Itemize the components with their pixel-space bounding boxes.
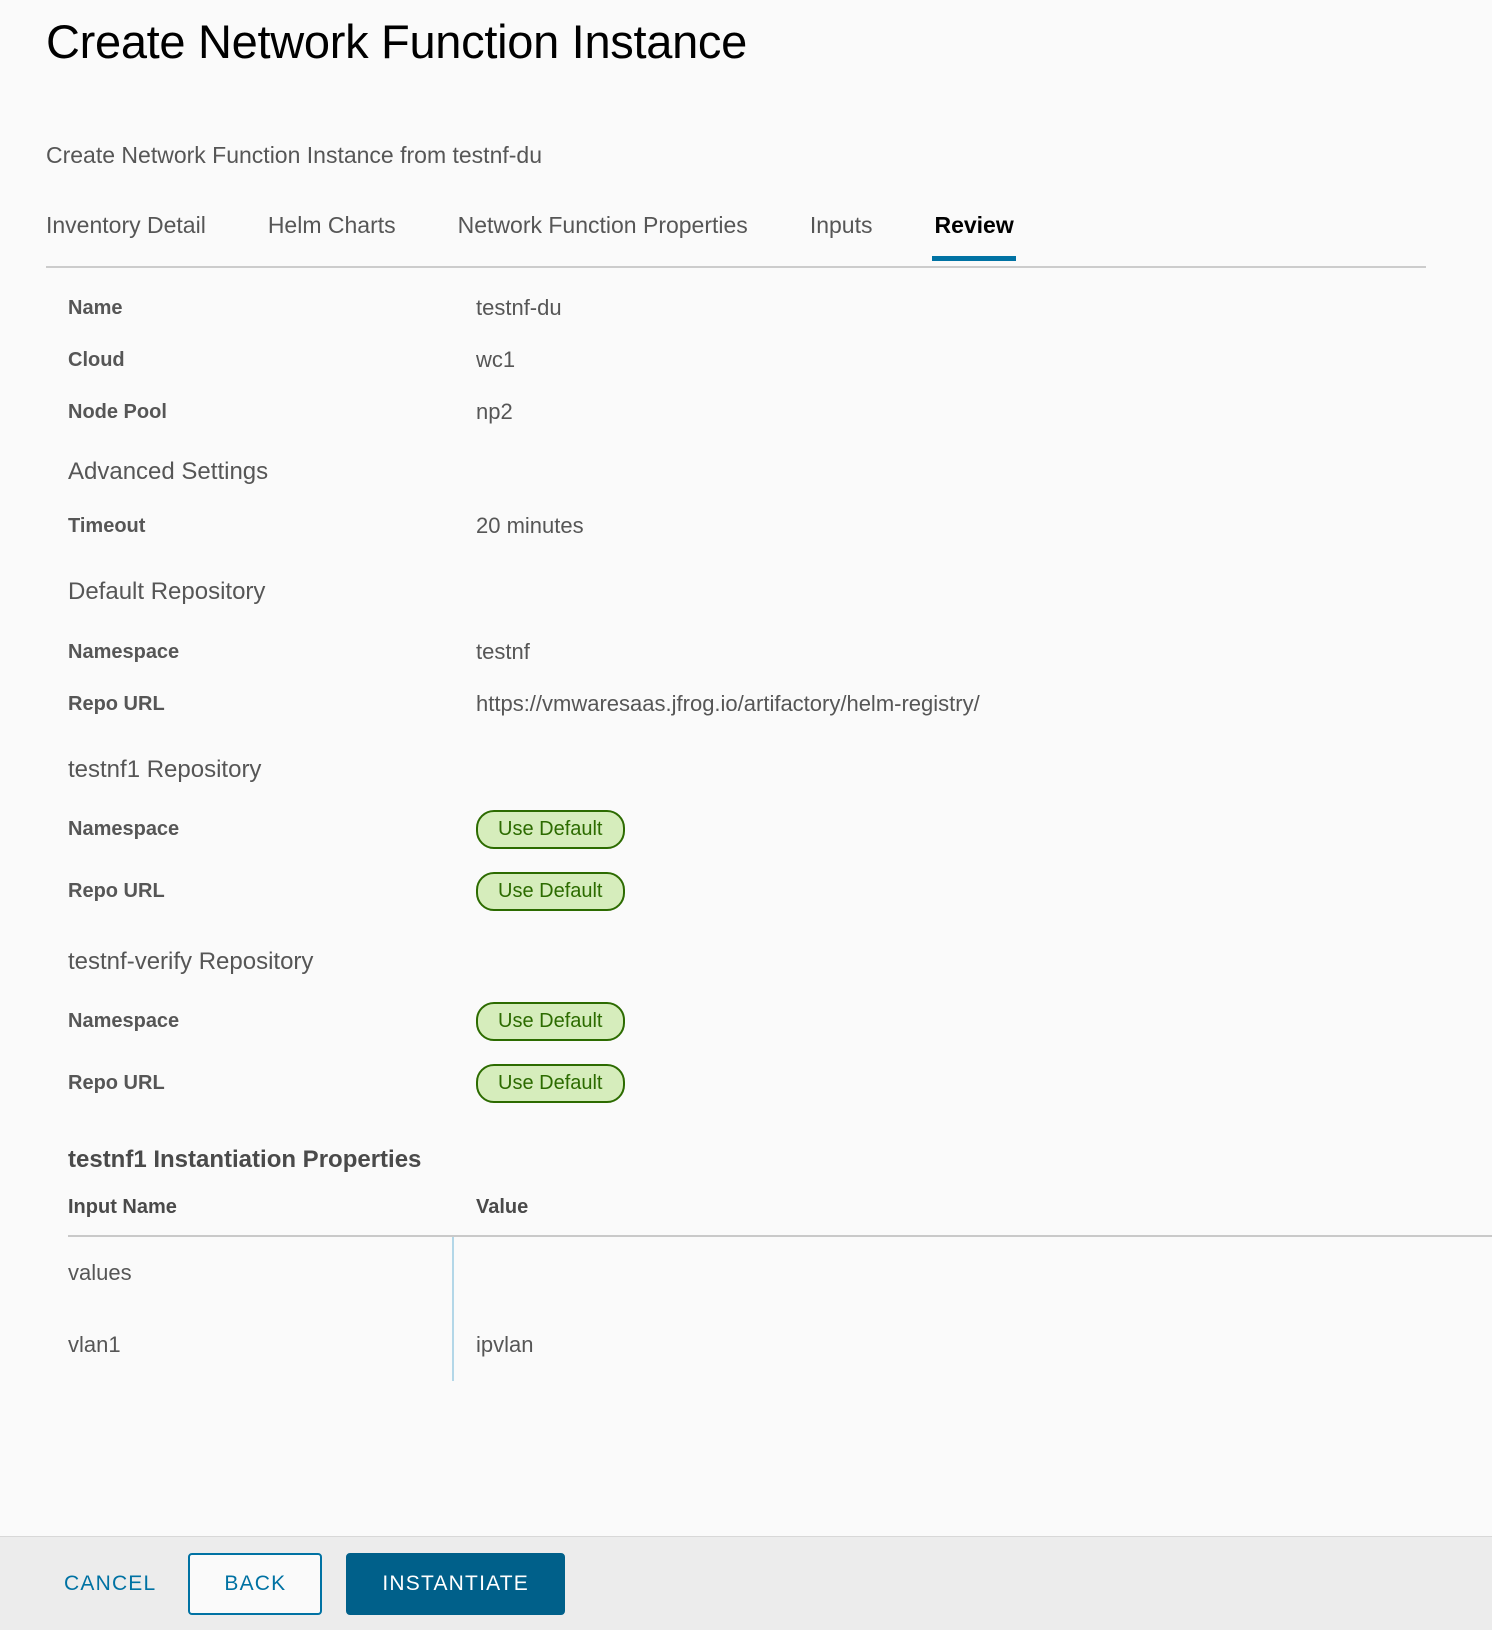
default-repo-value-repo-url: https://vmwaresaas.jfrog.io/artifactory/…	[476, 691, 980, 716]
review-content: Name testnf-du Cloud wc1 Node Pool np2 A…	[0, 268, 1492, 1381]
summary-row-node-pool: Node Pool np2	[0, 386, 1492, 438]
cell-value: ipvlan	[476, 1332, 534, 1357]
summary-value-name: testnf-du	[476, 295, 562, 320]
testnf1-repo-row-namespace: Namespace Use Default	[0, 798, 1492, 860]
summary-row-name: Name testnf-du	[0, 282, 1492, 334]
table-row: values	[0, 1237, 1492, 1309]
testnf-verify-repo-label-repo-url: Repo URL	[68, 1071, 165, 1094]
default-repo-label-repo-url: Repo URL	[68, 692, 165, 715]
testnf-verify-repo-row-repo-url: Repo URL Use Default	[0, 1052, 1492, 1114]
section-heading-testnf1-repository: testnf1 Repository	[68, 756, 262, 783]
advanced-value-timeout: 20 minutes	[476, 513, 584, 538]
testnf-verify-repo-row-namespace: Namespace Use Default	[0, 990, 1492, 1052]
table-header-row: Input Name Value	[0, 1196, 1492, 1235]
use-default-badge: Use Default	[476, 871, 625, 911]
default-repo-row-namespace: Namespace testnf	[0, 626, 1492, 678]
summary-label-node-pool: Node Pool	[68, 400, 167, 423]
tab-network-function-properties[interactable]: Network Function Properties	[458, 212, 748, 259]
summary-row-cloud: Cloud wc1	[0, 334, 1492, 386]
section-heading-default-repository: Default Repository	[68, 578, 266, 605]
summary-value-node-pool: np2	[476, 399, 513, 424]
tab-inputs[interactable]: Inputs	[810, 212, 873, 259]
instantiation-properties-table: Input Name Value values vlan1 ipvlan	[0, 1196, 1492, 1381]
create-network-function-instance-page: Create Network Function Instance Create …	[0, 0, 1492, 1630]
cell-input-name: values	[68, 1260, 132, 1285]
default-repo-value-namespace: testnf	[476, 639, 530, 664]
advanced-row-timeout: Timeout 20 minutes	[0, 500, 1492, 552]
default-repo-row-repo-url: Repo URL https://vmwaresaas.jfrog.io/art…	[0, 678, 1492, 730]
summary-label-name: Name	[68, 296, 123, 319]
section-heading-instantiation-properties: testnf1 Instantiation Properties	[68, 1146, 422, 1173]
page-subtitle: Create Network Function Instance from te…	[46, 142, 542, 168]
advanced-label-timeout: Timeout	[68, 514, 146, 537]
back-button[interactable]: BACK	[188, 1552, 323, 1615]
table-body: values vlan1 ipvlan	[0, 1237, 1492, 1381]
summary-label-cloud: Cloud	[68, 348, 125, 371]
summary-value-cloud: wc1	[476, 347, 516, 372]
section-heading-testnf-verify-repository: testnf-verify Repository	[68, 948, 314, 975]
tab-review[interactable]: Review	[932, 212, 1017, 261]
wizard-footer: CANCEL BACK INSTANTIATE	[0, 1536, 1492, 1630]
use-default-badge: Use Default	[476, 1001, 625, 1041]
use-default-badge: Use Default	[476, 809, 625, 849]
testnf1-repo-row-repo-url: Repo URL Use Default	[0, 860, 1492, 922]
tab-inventory-detail[interactable]: Inventory Detail	[46, 212, 206, 259]
tab-helm-charts[interactable]: Helm Charts	[268, 212, 396, 259]
cancel-button[interactable]: CANCEL	[46, 1562, 174, 1606]
column-header-input-name: Input Name	[68, 1196, 177, 1218]
use-default-badge: Use Default	[476, 1063, 625, 1103]
default-repo-label-namespace: Namespace	[68, 640, 180, 663]
section-heading-advanced-settings: Advanced Settings	[68, 458, 269, 485]
testnf1-repo-label-namespace: Namespace	[68, 817, 180, 840]
testnf-verify-repo-label-namespace: Namespace	[68, 1009, 180, 1032]
table-row: vlan1 ipvlan	[0, 1309, 1492, 1381]
page-title: Create Network Function Instance	[46, 15, 747, 68]
cell-input-name: vlan1	[68, 1332, 121, 1357]
instantiate-button[interactable]: INSTANTIATE	[346, 1552, 565, 1615]
testnf1-repo-label-repo-url: Repo URL	[68, 879, 165, 902]
wizard-tabbar: Inventory Detail Helm Charts Network Fun…	[46, 212, 1426, 268]
column-header-value: Value	[476, 1196, 529, 1218]
